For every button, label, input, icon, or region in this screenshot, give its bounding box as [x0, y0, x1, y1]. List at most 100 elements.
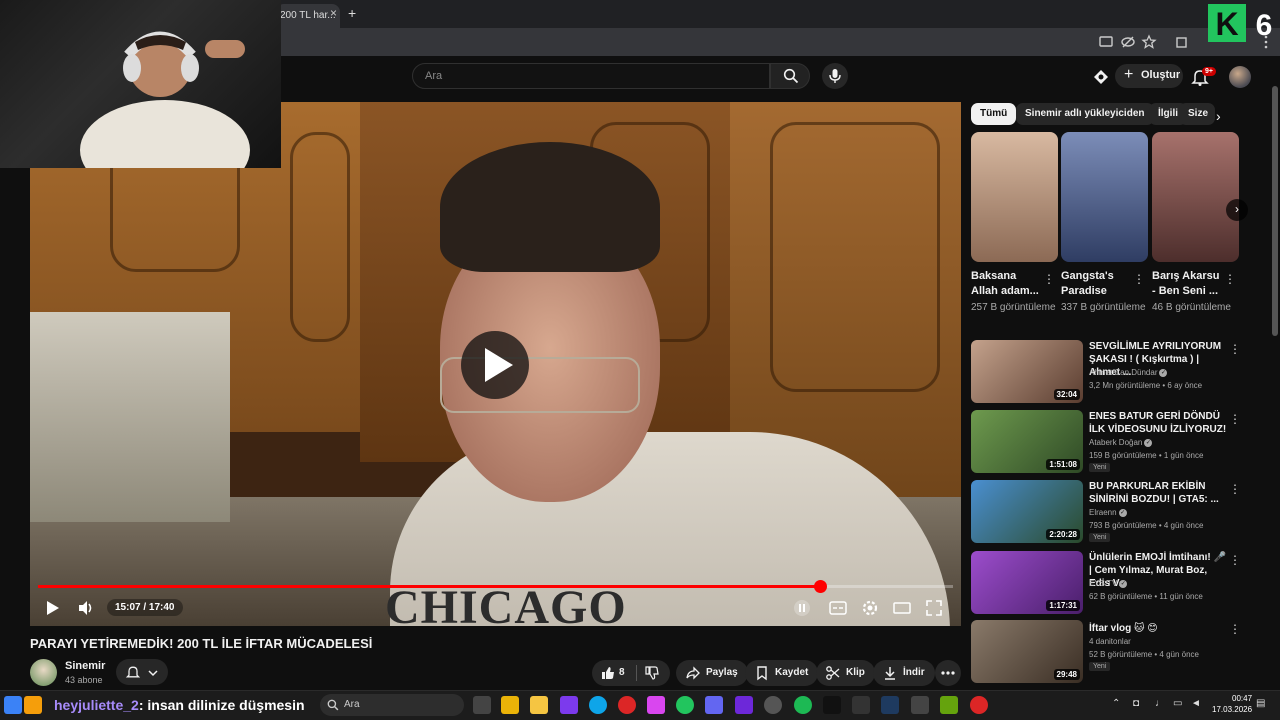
file-explorer-icon[interactable] — [530, 696, 548, 714]
account-avatar[interactable] — [1229, 66, 1251, 88]
speaker-icon[interactable]: ◄ — [1191, 698, 1201, 709]
chevron-right-icon[interactable]: › — [1216, 108, 1221, 124]
scrollbar-thumb[interactable] — [1272, 86, 1278, 336]
play-button[interactable] — [42, 598, 62, 618]
recommendation-item[interactable]: 1:51:08 ENES BATUR GERİ DÖNDÜ İLK VİDEOS… — [971, 410, 1261, 476]
spotify-icon[interactable] — [794, 696, 812, 714]
video-duration: 1:51:08 — [1046, 459, 1080, 470]
bookmark-star-icon[interactable] — [1141, 34, 1157, 50]
new-tab-button[interactable]: + — [348, 5, 356, 21]
recommendation-meta: 159 B görüntüleme • 1 gün önce — [1089, 451, 1204, 460]
clip-button[interactable]: Klip — [816, 660, 875, 686]
more-vertical-icon[interactable]: ⋮ — [1133, 272, 1145, 286]
chip-uploader[interactable]: Sinemir adlı yükleyiciden — [1016, 103, 1154, 125]
recommendation-title: İftar vlog 🐱 😊 — [1089, 623, 1158, 634]
more-vertical-icon[interactable]: ⋮ — [1229, 622, 1241, 636]
taskbar-search[interactable]: Ara — [320, 694, 464, 716]
short-title: Baksana Allah adam... — [971, 270, 1039, 297]
network-icon[interactable]: ▭ — [1173, 698, 1182, 709]
steam-icon[interactable] — [881, 696, 899, 714]
more-vertical-icon[interactable]: ⋮ — [1043, 272, 1055, 286]
video-title: PARAYI YETİREMEDİK! 200 TL İLE İFTAR MÜC… — [30, 636, 373, 651]
download-button[interactable]: İndir — [873, 660, 935, 686]
progress-played — [38, 585, 821, 588]
whatsapp-icon[interactable] — [676, 696, 694, 714]
notifications-icon[interactable]: ▤ — [1256, 698, 1265, 709]
new-badge: Yeni — [1089, 662, 1111, 671]
channel-name[interactable]: Sinemir — [65, 660, 105, 672]
settings-gear-icon[interactable] — [860, 598, 880, 618]
recommendation-item[interactable]: 32:04 SEVGİLİMLE AYRILIYORUM ŞAKASI ! ( … — [971, 340, 1261, 406]
more-vertical-icon[interactable]: ⋮ — [1229, 412, 1241, 426]
channel-name: EYS TV — [1089, 579, 1118, 588]
short-views: 46 B görüntüleme — [1152, 302, 1231, 313]
like-icon[interactable] — [600, 665, 616, 681]
more-vertical-icon[interactable]: ⋮ — [1229, 553, 1241, 567]
like-separator — [636, 665, 637, 681]
recommendation-item[interactable]: 1:17:31 Ünlülerin EMOJİ İmtihanı! 🎤 | Ce… — [971, 551, 1261, 617]
widgets-icon[interactable] — [4, 696, 22, 714]
share-button[interactable]: Paylaş — [676, 660, 748, 686]
download-label: İndir — [903, 667, 925, 678]
copilot-icon[interactable] — [560, 696, 578, 714]
edge-icon[interactable] — [589, 696, 607, 714]
autoplay-toggle-icon[interactable] — [792, 598, 812, 618]
create-button[interactable]: + Oluştur — [1115, 64, 1183, 88]
voice-search-button[interactable] — [822, 63, 848, 89]
video-thumbnail: 1:17:31 — [971, 551, 1083, 614]
recommendation-channel: Ataberk Doğan ✓ — [1089, 438, 1153, 447]
video-thumbnail: 29:48 — [971, 620, 1083, 683]
more-vertical-icon[interactable]: ⋮ — [1229, 482, 1241, 496]
extensions-icon[interactable] — [1174, 34, 1190, 50]
epic-games-icon[interactable] — [852, 696, 870, 714]
task-view-icon[interactable] — [473, 696, 491, 714]
video-duration: 1:17:31 — [1046, 600, 1080, 611]
save-button[interactable]: Kaydet — [745, 660, 819, 686]
volume-icon[interactable] — [76, 598, 96, 618]
app-icon[interactable] — [911, 696, 929, 714]
recommendation-item[interactable]: 29:48 İftar vlog 🐱 😊 4 danitonlar 52 B g… — [971, 620, 1261, 686]
recommendation-title: BU PARKURLAR EKİBİN SİNİRİNİ BOZDU! | GT… — [1089, 481, 1219, 505]
cast-icon[interactable] — [1098, 34, 1114, 50]
discord-icon[interactable] — [735, 696, 753, 714]
record-icon[interactable] — [970, 696, 988, 714]
obs-icon[interactable] — [764, 696, 782, 714]
premium-icon[interactable] — [1091, 67, 1111, 87]
progress-bar[interactable] — [38, 580, 953, 593]
tab-close-icon[interactable]: × — [330, 6, 337, 20]
subscription-bell-button[interactable] — [116, 659, 168, 685]
teams-icon[interactable] — [705, 696, 723, 714]
chevron-up-icon[interactable]: ⌃ — [1112, 698, 1120, 709]
chip-for-you[interactable]: Size — [1179, 103, 1215, 125]
chip-all[interactable]: Tümü — [971, 103, 1017, 125]
system-tray-icon[interactable]: ◘ — [1133, 698, 1139, 709]
microphone-icon[interactable]: ♩ — [1155, 698, 1165, 709]
android-icon[interactable] — [940, 696, 958, 714]
more-vertical-icon[interactable]: ⋮ — [1229, 342, 1241, 356]
search-input[interactable]: Ara — [412, 63, 770, 89]
new-badge: Yeni — [1089, 463, 1111, 472]
more-actions-button[interactable] — [935, 660, 961, 686]
theater-mode-icon[interactable] — [892, 598, 912, 618]
shorts-next-button[interactable]: › — [1226, 199, 1248, 221]
channel-name: 4 danitonlar — [1089, 637, 1131, 646]
eye-off-icon[interactable] — [1120, 34, 1136, 50]
video-player[interactable]: CHICAGO 15:07 / 17:40 — [30, 102, 961, 626]
fullscreen-icon[interactable] — [924, 598, 944, 618]
recommendation-meta: 52 B görüntüleme • 4 gün önce — [1089, 650, 1199, 659]
play-overlay-button[interactable] — [461, 331, 529, 399]
recommendation-channel: EYS TV ✓ — [1089, 579, 1128, 588]
chrome-icon[interactable] — [618, 696, 636, 714]
recommendation-item[interactable]: 2:20:28 BU PARKURLAR EKİBİN SİNİRİNİ BOZ… — [971, 480, 1261, 546]
system-clock[interactable]: 00:47 17.03.2026 — [1212, 693, 1252, 715]
search-button[interactable] — [770, 63, 810, 89]
sticky-notes-icon[interactable] — [501, 696, 519, 714]
more-vertical-icon[interactable]: ⋮ — [1224, 272, 1236, 286]
instagram-icon[interactable] — [647, 696, 665, 714]
capcut-icon[interactable] — [823, 696, 841, 714]
channel-avatar[interactable] — [30, 659, 57, 686]
page-scrollbar[interactable] — [1270, 56, 1280, 690]
dislike-icon[interactable] — [644, 665, 660, 681]
subtitles-icon[interactable] — [828, 598, 848, 618]
app-icon[interactable] — [24, 696, 42, 714]
